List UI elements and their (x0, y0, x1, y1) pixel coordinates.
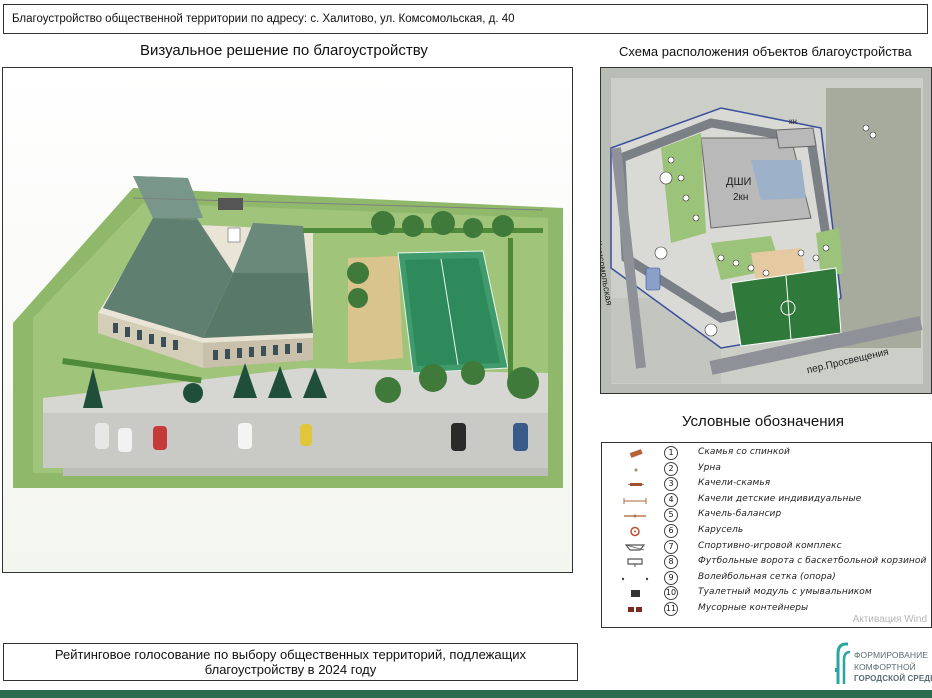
logo-text-2: КОМФОРТНОЙ (854, 662, 916, 672)
site-plan-scheme: ДШИ 2кн кн ул.Комсомольская пер.Просвеще… (600, 67, 932, 394)
legend-label: Волейбольная сетка (опора) (698, 571, 836, 582)
carousel-icon (630, 526, 640, 537)
kids-swing-icon (623, 497, 647, 504)
visual-heading: Визуальное решение по благоустройству (140, 42, 428, 59)
legend-item: 1 Скамья со спинкой (602, 446, 931, 462)
legend-item: 7 Спортивно-игровой комплекс (602, 539, 931, 556)
scheme-label-kn: кн (789, 117, 797, 126)
legend-heading: Условные обозначения (682, 413, 845, 430)
legend-number: 5 (664, 508, 678, 523)
site-plan-map (601, 68, 931, 393)
legend-number: 9 (664, 570, 678, 585)
legend-number: 3 (664, 477, 678, 492)
legend-number: 1 (664, 446, 678, 460)
page-title: Благоустройство общественной территории … (3, 4, 928, 34)
scheme-label-floors: 2кн (733, 192, 749, 203)
legend-item: 8 Футбольные ворота с баскетбольной корз… (602, 555, 931, 571)
toilet-module-icon (631, 590, 640, 598)
legend-panel: 1 Скамья со спинкой 2 Урна 3 Качели-скам… (601, 442, 932, 628)
legend-item: 3 Качели-скамья (602, 477, 931, 493)
territory-render-illustration (3, 68, 572, 572)
legend-label: Качели детские индивидуальные (698, 493, 862, 504)
legend-item: 2 Урна (602, 461, 931, 478)
legend-item: 9 Волейбольная сетка (опора) (602, 570, 931, 587)
legend-number: 7 (664, 539, 678, 554)
legend-number: 10 (664, 586, 678, 601)
balance-swing-icon (624, 514, 646, 518)
legend-label: Спортивно-игровой комплекс (698, 540, 842, 551)
scheme-heading: Схема расположения объектов благоустройс… (619, 44, 912, 59)
legend-label: Футбольные ворота с баскетбольной корзин… (698, 556, 927, 567)
legend-number: 6 (664, 524, 678, 538)
legend-label: Качели-скамья (698, 478, 771, 489)
legend-item: 10 Туалетный модуль с умывальником (602, 586, 931, 602)
voting-banner: Рейтинговое голосование по выбору общест… (3, 643, 578, 681)
legend-label: Карусель (698, 525, 744, 535)
urn-icon (634, 468, 638, 472)
legend-label: Мусорные контейнеры (698, 603, 809, 613)
bench-icon (629, 449, 643, 458)
activation-watermark: Активация Wind (852, 614, 927, 625)
logo-text-1: ФОРМИРОВАНИЕ (854, 650, 929, 660)
trash-container-icon (628, 607, 642, 612)
legend-number: 2 (664, 461, 678, 476)
legend-item: 6 Карусель (602, 524, 931, 540)
goal-icon (627, 558, 643, 568)
voting-line-1: Рейтинговое голосование по выбору общест… (54, 647, 527, 662)
scheme-label-building: ДШИ (726, 176, 752, 188)
legend-item: 5 Качель-балансир (602, 508, 931, 524)
legend-label: Качель-балансир (698, 509, 782, 520)
city-environment-logo-icon (835, 642, 851, 684)
logo-text-3: ГОРОДСКОЙ СРЕДЫ (854, 674, 932, 683)
legend-label: Скамья со спинкой (698, 447, 790, 457)
bottom-accent-bar (0, 690, 932, 698)
swing-bench-icon (628, 483, 644, 487)
sport-complex-icon (624, 543, 646, 551)
legend-item: 4 Качели детские индивидуальные (602, 492, 931, 509)
voting-line-2: благоустройству в 2024 году (204, 662, 377, 677)
legend-number: 4 (664, 492, 678, 507)
legend-number: 11 (664, 602, 678, 616)
legend-label: Урна (698, 462, 721, 473)
legend-number: 8 (664, 555, 678, 570)
visual-rendering (2, 67, 573, 573)
volleyball-net-icon (621, 577, 649, 580)
program-logo: ФОРМИРОВАНИЕ КОМФОРТНОЙ ГОРОДСКОЙ СРЕДЫ (834, 638, 932, 688)
legend-label: Туалетный модуль с умывальником (698, 587, 872, 598)
